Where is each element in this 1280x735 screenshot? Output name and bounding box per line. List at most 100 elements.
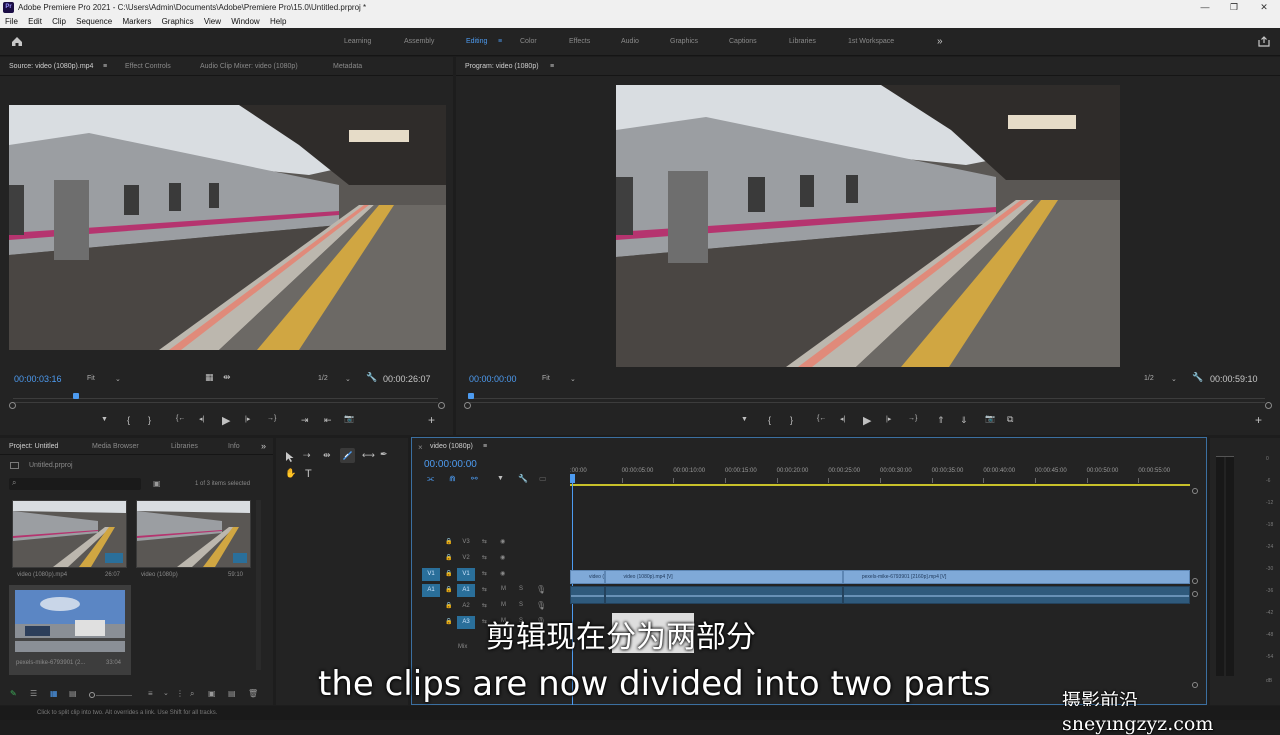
drag-video-icon[interactable]: ▦ [205,372,214,383]
program-go-to-out-icon[interactable]: →} [908,415,917,422]
new-bin-icon[interactable]: ▣ [208,689,216,698]
source-resolution-chevron-icon[interactable]: ⌄ [345,375,351,383]
project-scrollbar[interactable] [256,500,261,670]
menu-sequence[interactable]: Sequence [76,17,112,26]
tab-audio-clip-mixer[interactable]: Audio Clip Mixer: video (1080p) [200,63,298,70]
program-playhead[interactable] [468,393,474,399]
program-extract-icon[interactable]: ⇓ [960,415,968,426]
track-target-v1[interactable]: V1 [457,568,475,581]
tab-media-browser[interactable]: Media Browser [92,443,139,450]
selection-tool-icon[interactable] [285,451,295,463]
source-playhead[interactable] [72,393,79,399]
program-fit-chevron-icon[interactable]: ⌄ [570,375,576,383]
audio-clip[interactable] [570,586,605,604]
track-lock-icon[interactable]: 🔒 [445,586,452,593]
source-step-back-icon[interactable]: ◂| [199,415,204,423]
pen-icon[interactable]: ✒ [380,449,388,460]
source-play-icon[interactable]: ▶ [222,414,230,427]
razor-tool-active[interactable] [340,448,355,463]
source-insert-icon[interactable]: ⇥ [301,415,309,426]
new-item-icon[interactable]: ▤ [228,689,236,698]
program-step-forward-icon[interactable]: |▸ [886,415,891,423]
work-area-bar[interactable] [570,484,1190,486]
sort-icon[interactable]: ≡ [148,689,153,698]
list-view-icon[interactable]: ☰ [30,689,37,698]
program-timecode[interactable]: 00:00:00:00 [469,374,517,384]
video-clip[interactable]: video (1080p).mp [570,570,605,584]
zoom-slider-handle[interactable] [89,692,95,698]
track-sync-lock-icon[interactable]: ⇆ [482,602,487,609]
source-settings-wrench-icon[interactable]: 🔧 [366,372,377,383]
project-overflow-icon[interactable]: » [261,441,266,451]
audio-clip[interactable] [842,586,1190,604]
workspace-libraries[interactable]: Libraries [789,38,816,45]
sequence-menu-icon[interactable]: ≡ [483,443,487,450]
workspace-effects[interactable]: Effects [569,38,590,45]
tab-metadata[interactable]: Metadata [333,63,362,70]
tab-program[interactable]: Program: video (1080p) [465,63,539,70]
menu-graphics[interactable]: Graphics [162,17,194,26]
video-clip[interactable]: pexels-mike-6793901 [2160p].mp4 [V] [842,570,1190,584]
source-timecode[interactable]: 00:00:03:16 [14,374,62,384]
drag-audio-icon[interactable]: ⇹ [223,372,231,383]
source-add-button-icon[interactable]: + [428,413,435,427]
workspace-audio[interactable]: Audio [621,38,639,45]
ripple-edit-icon[interactable]: ⇹ [323,450,331,461]
source-zoom-left-handle[interactable] [9,402,16,409]
program-add-marker-icon[interactable]: ▼ [741,416,748,423]
track-target-v2[interactable]: V2 [457,552,475,565]
timeline-vscroll-top-handle[interactable] [1192,488,1198,494]
track-lock-icon[interactable]: 🔒 [445,554,452,561]
workspace-overflow-icon[interactable]: » [937,36,943,47]
project-item-thumbnail[interactable] [136,500,251,568]
menu-window[interactable]: Window [231,17,259,26]
track-lock-icon[interactable]: 🔒 [445,602,452,609]
source-time-ruler[interactable] [13,393,438,403]
source-export-frame-icon[interactable]: 📷 [344,414,354,423]
track-target-v3[interactable]: V3 [457,536,475,549]
track-target-a3[interactable]: A3 [457,616,475,629]
track-solo-button[interactable]: S [519,586,523,592]
timeline-marker-icon[interactable]: ▼ [497,475,504,482]
workspace-color[interactable]: Color [520,38,537,45]
workspace-editing[interactable]: Editing [466,38,487,45]
track-lock-icon[interactable]: 🔒 [445,538,452,545]
workspace-captions[interactable]: Captions [729,38,757,45]
program-zoom-right-handle[interactable] [1265,402,1272,409]
menu-help[interactable]: Help [270,17,286,26]
type-icon[interactable]: T [305,468,312,480]
a1-track-lane[interactable] [570,586,1190,604]
program-zoom-left-handle[interactable] [464,402,471,409]
slip-icon[interactable]: ⟷ [362,450,375,461]
menu-markers[interactable]: Markers [122,17,151,26]
menu-view[interactable]: View [204,17,221,26]
sort-chevron-icon[interactable]: ⌄ [163,689,169,697]
source-mark-out-icon[interactable]: } [148,415,151,425]
program-resolution-dropdown[interactable]: 1/2 [1144,375,1154,382]
program-add-button-icon[interactable]: + [1255,413,1262,427]
maximize-icon[interactable]: ❐ [1219,0,1249,15]
track-visibility-eye-icon[interactable]: ◉ [500,538,505,545]
track-lock-icon[interactable]: 🔒 [445,570,452,577]
program-panel-menu-icon[interactable]: ≡ [550,63,554,70]
track-sync-lock-icon[interactable]: ⇆ [482,586,487,593]
track-solo-button[interactable]: S [519,602,523,608]
source-panel-menu-icon[interactable]: ≡ [103,63,107,70]
program-resolution-chevron-icon[interactable]: ⌄ [1171,375,1177,383]
program-play-icon[interactable]: ▶ [863,414,871,427]
close-icon[interactable]: ✕ [1249,0,1279,15]
linked-selection-icon[interactable]: ⚯ [471,474,478,483]
new-bin-from-search-icon[interactable]: ▣ [153,479,161,488]
source-fit-chevron-icon[interactable]: ⌄ [115,375,121,383]
workspace-assembly[interactable]: Assembly [404,38,434,45]
program-video-frame[interactable] [616,85,1120,367]
timeline-vscroll-mid-handle[interactable] [1192,578,1198,584]
track-lock-icon[interactable]: 🔒 [445,618,452,625]
tab-libraries[interactable]: Libraries [171,443,198,450]
timeline-close-icon[interactable]: × [418,443,423,452]
minimize-icon[interactable]: — [1190,0,1220,15]
zoom-slider[interactable] [96,695,132,696]
project-item-thumbnail[interactable] [12,500,127,568]
menu-edit[interactable]: Edit [28,17,42,26]
source-resolution-dropdown[interactable]: 1/2 [318,375,328,382]
